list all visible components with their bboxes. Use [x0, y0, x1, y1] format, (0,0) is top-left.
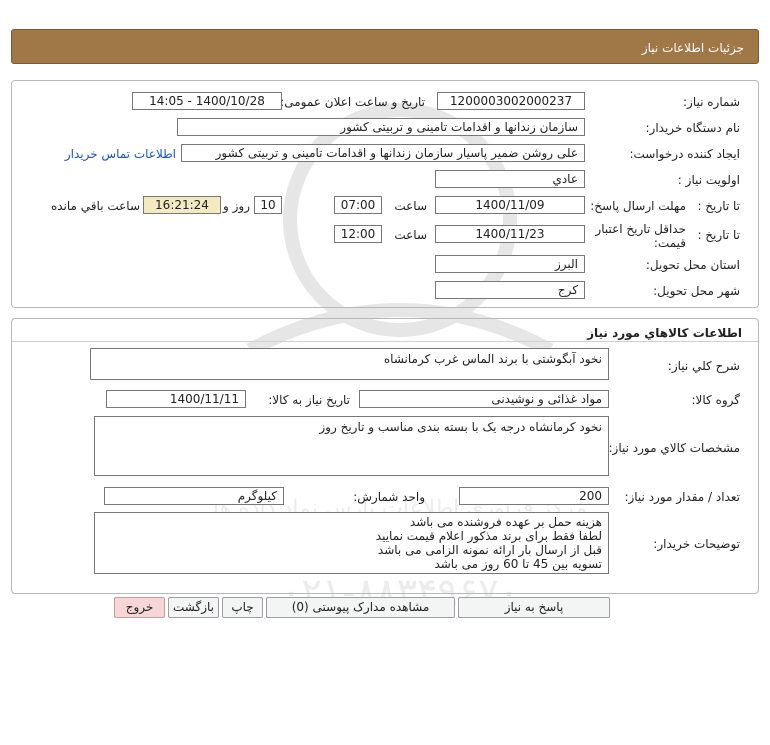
need-number-label: شماره نیاز:	[683, 95, 740, 109]
announce-datetime-field: 1400/10/28 - 14:05	[132, 92, 282, 110]
buyer-notes-field: هزینه حمل بر عهده فروشنده می باشد لطفا ف…	[94, 512, 609, 574]
need-date-field: 1400/11/11	[106, 390, 246, 408]
remaining-days-field: 10	[254, 196, 282, 214]
general-desc-label: شرح کلي نياز:	[667, 359, 740, 373]
need-info-panel	[11, 80, 759, 308]
remaining-time-label: ساعت باقي مانده	[50, 199, 140, 213]
section-divider	[12, 341, 758, 342]
goods-group-label: گروه کالا:	[691, 393, 741, 407]
price-to-date-label: تا تاریخ :	[697, 228, 740, 242]
reply-deadline-label: مهلت ارسال پاسخ:	[590, 199, 686, 213]
buyer-notes-label: توضیحات خریدار:	[653, 537, 740, 551]
reply-date-field: 1400/11/09	[435, 196, 585, 214]
price-time-label: ساعت	[394, 228, 427, 242]
days-label: روز و	[223, 199, 250, 213]
priority-label: اولویت نیاز :	[677, 173, 740, 187]
buyer-contact-link[interactable]: اطلاعات تماس خریدار	[65, 147, 176, 161]
buyer-org-label: نام دستگاه خریدار:	[645, 121, 741, 135]
back-button[interactable]: بازگشت	[168, 597, 219, 618]
need-number-field: 1200003002000237	[437, 92, 585, 110]
goods-group-field: مواد غذائی و نوشیدنی	[359, 390, 609, 408]
reply-time-field: 07:00	[334, 196, 382, 214]
quantity-field: 200	[459, 487, 609, 505]
requester-label: ایجاد کننده درخواست:	[629, 147, 740, 161]
need-date-label: تاریخ نیاز به کالا:	[268, 393, 350, 407]
quantity-label: تعداد / مقدار مورد نیاز:	[624, 490, 740, 504]
reply-time-label: ساعت	[394, 199, 427, 213]
buyer-note-line: لطفا فقط برای برند مذکور اعلام قیمت نمای…	[375, 529, 602, 543]
page-header: جزئیات اطلاعات نیاز	[11, 29, 759, 64]
price-validity-date-field: 1400/11/23	[435, 225, 585, 243]
priority-field: عادي	[435, 170, 585, 188]
page-title: جزئیات اطلاعات نیاز	[641, 41, 744, 55]
buyer-note-line: هزینه حمل بر عهده فروشنده می باشد	[409, 515, 602, 529]
reply-button[interactable]: پاسخ به نیاز	[458, 597, 610, 618]
specs-label: مشخصات کالاي مورد نياز:	[608, 441, 740, 455]
buyer-note-line: قبل از ارسال بار ارائه نمونه الزامی می ب…	[377, 543, 602, 557]
province-label: استان محل تحویل:	[645, 258, 740, 272]
exit-button[interactable]: خروج	[114, 597, 165, 618]
reply-to-date-label: تا تاریخ :	[697, 199, 740, 213]
city-label: شهر محل تحویل:	[653, 284, 740, 298]
buyer-org-field: سازمان زندانها و اقدامات تامینی و تربیتی…	[177, 118, 585, 136]
price-validity-time-field: 12:00	[334, 225, 382, 243]
specs-field: نخود کرمانشاه درجه یک با بسته بندی مناسب…	[94, 416, 609, 476]
city-field: کرج	[435, 281, 585, 299]
goods-section-title: اطلاعات کالاهاي مورد نياز	[587, 326, 742, 340]
view-documents-button[interactable]: مشاهده مدارک پیوستی (0)	[266, 597, 455, 618]
price-validity-label: حداقل تاریخ اعتبار قیمت:	[595, 222, 686, 250]
province-field: البرز	[435, 255, 585, 273]
remaining-time-field: 16:21:24	[143, 196, 221, 214]
print-button[interactable]: چاپ	[222, 597, 263, 618]
announce-datetime-label: تاریخ و ساعت اعلان عمومی:	[280, 95, 425, 109]
unit-field: کیلوگرم	[104, 487, 284, 505]
buyer-note-line: تسویه بین 45 تا 60 روز می باشد	[434, 557, 602, 571]
general-desc-field: نخود آبگوشتی با برند الماس غرب کرمانشاه	[90, 348, 609, 380]
unit-label: واحد شمارش:	[353, 490, 425, 504]
requester-field: علی روشن ضمیر پاسیار سازمان زندانها و اق…	[181, 144, 585, 162]
